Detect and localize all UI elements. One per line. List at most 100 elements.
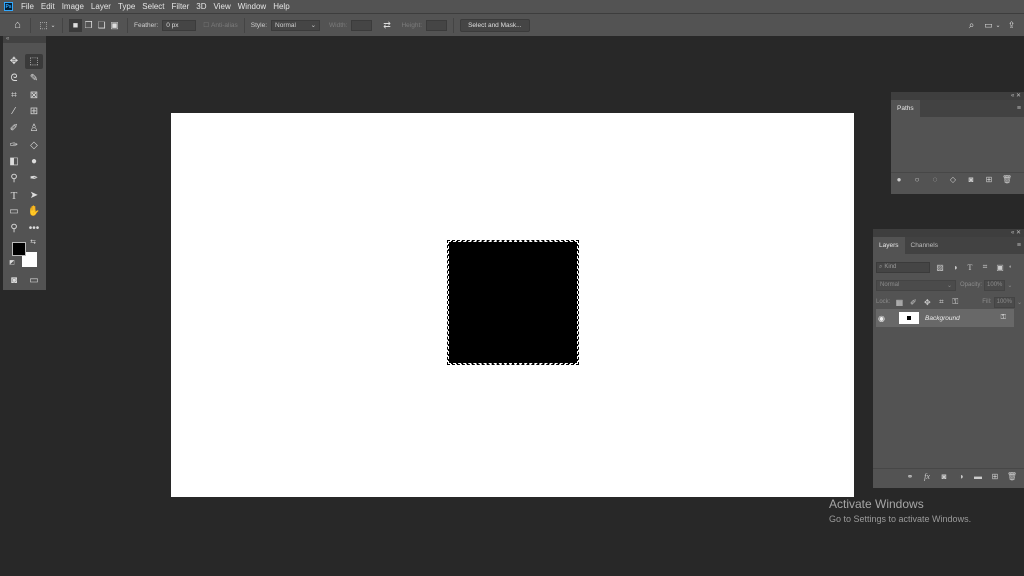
workspace-icon[interactable]: ▭ — [982, 19, 995, 32]
eyedropper-tool-icon[interactable]: ⁄ — [5, 104, 23, 119]
antialias-checkbox[interactable]: ☐ — [203, 21, 209, 29]
delete-layer-icon[interactable]: 🗑 — [1006, 470, 1018, 482]
lock-image-pixels-icon[interactable]: ✐ — [907, 296, 919, 308]
panel-menu-icon[interactable]: ≡ — [1017, 237, 1021, 254]
more-tools-icon[interactable]: ••• — [25, 221, 43, 236]
collapse-icon[interactable]: « — [1011, 93, 1014, 99]
delete-path-icon[interactable]: 🗑 — [1001, 174, 1013, 186]
dodge-tool-icon[interactable]: ⚲ — [5, 171, 23, 186]
lock-artboard-icon[interactable]: ⌗ — [935, 296, 947, 308]
height-input[interactable] — [426, 19, 448, 31]
collapse-chevron-icon[interactable]: « — [3, 36, 46, 43]
rectangular-marquee-preset-icon[interactable]: ⬚ — [37, 19, 50, 32]
healing-brush-tool-icon[interactable]: ⊞ — [25, 104, 43, 119]
screen-mode-icon[interactable]: ▭ — [25, 273, 43, 288]
rectangular-marquee-tool-icon[interactable]: ⬚ — [25, 54, 43, 69]
style-select[interactable]: Normal ⌄ — [271, 19, 321, 31]
filter-toggle-icon[interactable]: ◖ — [1007, 261, 1013, 273]
add-mask-icon[interactable]: ◙ — [965, 174, 977, 186]
make-work-path-icon[interactable]: ◇ — [947, 174, 959, 186]
quick-selection-tool-icon[interactable]: ✎ — [25, 71, 43, 86]
blend-mode-select[interactable]: Normal ⌄ — [876, 279, 956, 291]
document-canvas[interactable] — [171, 113, 854, 497]
width-input[interactable] — [351, 19, 373, 31]
gradient-tool-icon[interactable]: ◧ — [5, 154, 23, 169]
collapse-icon[interactable]: « — [1011, 230, 1014, 236]
visibility-eye-icon[interactable]: ◉ — [878, 314, 890, 323]
adjustment-layer-filter-icon[interactable]: ◑ — [949, 261, 961, 273]
hand-tool-icon[interactable]: ✋ — [25, 204, 43, 219]
layer-style-icon[interactable]: fx — [921, 470, 933, 482]
link-layers-icon[interactable]: ⚭ — [904, 470, 916, 482]
chevron-down-icon[interactable]: ⌄ — [1007, 282, 1012, 289]
select-and-mask-button[interactable]: Select and Mask... — [460, 18, 530, 32]
path-selection-tool-icon[interactable]: ➤ — [25, 188, 43, 203]
fill-path-icon[interactable]: ● — [893, 174, 905, 186]
layer-search-field[interactable]: ⌕ Kind — [876, 261, 930, 273]
history-brush-tool-icon[interactable]: ✑ — [5, 138, 23, 153]
zoom-tool-icon[interactable]: ⚲ — [5, 221, 23, 236]
new-path-icon[interactable]: ⊞ — [983, 174, 995, 186]
type-tool-icon[interactable]: T — [5, 188, 23, 203]
menu-image[interactable]: Image — [62, 2, 84, 11]
chevron-down-icon[interactable]: ⌄ — [995, 19, 1001, 32]
share-icon[interactable]: ⇪ — [1005, 19, 1018, 32]
tab-layers[interactable]: Layers — [873, 237, 905, 254]
blur-tool-icon[interactable]: ● — [25, 154, 43, 169]
tab-channels[interactable]: Channels — [905, 237, 944, 254]
move-tool-icon[interactable]: ✥ — [5, 54, 23, 69]
add-layer-mask-icon[interactable]: ◙ — [938, 470, 950, 482]
foreground-color-swatch[interactable] — [12, 242, 26, 256]
swap-colors-icon[interactable]: ⇆ — [28, 237, 38, 247]
frame-tool-icon[interactable]: ⊠ — [25, 88, 43, 103]
pen-tool-icon[interactable]: ✒ — [25, 171, 43, 186]
stroke-path-icon[interactable]: ○ — [911, 174, 923, 186]
menu-select[interactable]: Select — [142, 2, 164, 11]
close-icon[interactable]: ✕ — [1016, 93, 1021, 99]
clone-stamp-tool-icon[interactable]: ♙ — [25, 121, 43, 136]
menu-edit[interactable]: Edit — [41, 2, 55, 11]
lock-all-icon[interactable]: ⚿ — [949, 296, 961, 308]
opacity-input[interactable]: 100% — [984, 279, 1006, 291]
close-icon[interactable]: ✕ — [1016, 230, 1021, 236]
chevron-down-icon[interactable]: ⌄ — [50, 19, 56, 32]
panel-menu-icon[interactable]: ≡ — [1017, 100, 1021, 117]
menu-help[interactable]: Help — [273, 2, 289, 11]
search-icon[interactable]: ⌕ — [965, 19, 978, 32]
fill-input[interactable]: 100% — [993, 296, 1015, 308]
feather-input[interactable] — [162, 19, 197, 31]
tab-paths[interactable]: Paths — [891, 100, 920, 117]
new-group-icon[interactable]: ▬ — [972, 470, 984, 482]
lock-transparent-pixels-icon[interactable]: ▦ — [893, 296, 905, 308]
type-layer-filter-icon[interactable]: T — [964, 261, 976, 273]
pixel-layer-filter-icon[interactable]: ▨ — [934, 261, 946, 273]
shape-layer-filter-icon[interactable]: ⌗ — [979, 261, 991, 273]
smart-object-filter-icon[interactable]: ▣ — [994, 261, 1006, 273]
load-as-selection-icon[interactable]: ◌ — [929, 174, 941, 186]
new-layer-icon[interactable]: ⊞ — [989, 470, 1001, 482]
menu-view[interactable]: View — [214, 2, 231, 11]
new-adjustment-layer-icon[interactable]: ◑ — [955, 470, 967, 482]
default-colors-icon[interactable]: ◩ — [8, 258, 16, 266]
brush-tool-icon[interactable]: ✐ — [5, 121, 23, 136]
layer-row[interactable]: ◉ Background ⚿ — [876, 309, 1014, 327]
new-selection-icon[interactable]: ■ — [69, 18, 82, 32]
menu-layer[interactable]: Layer — [91, 2, 111, 11]
lock-position-icon[interactable]: ✥ — [921, 296, 933, 308]
add-to-selection-icon[interactable]: ❐ — [82, 19, 95, 32]
menu-3d[interactable]: 3D — [196, 2, 206, 11]
lasso-tool-icon[interactable]: ᘓ — [5, 71, 23, 86]
menu-filter[interactable]: Filter — [172, 2, 190, 11]
crop-tool-icon[interactable]: ⌗ — [5, 88, 23, 103]
intersect-selection-icon[interactable]: ▣ — [108, 19, 121, 32]
chevron-down-icon[interactable]: ⌄ — [1017, 299, 1022, 306]
menu-type[interactable]: Type — [118, 2, 135, 11]
menu-file[interactable]: File — [21, 2, 34, 11]
layer-name[interactable]: Background — [925, 315, 960, 322]
swap-width-height-icon[interactable]: ⇄ — [380, 19, 393, 32]
rectangle-tool-icon[interactable]: ▭ — [5, 204, 23, 219]
quick-mask-icon[interactable]: ◙ — [5, 273, 23, 288]
eraser-tool-icon[interactable]: ◇ — [25, 138, 43, 153]
menu-window[interactable]: Window — [238, 2, 266, 11]
subtract-from-selection-icon[interactable]: ❏ — [95, 19, 108, 32]
